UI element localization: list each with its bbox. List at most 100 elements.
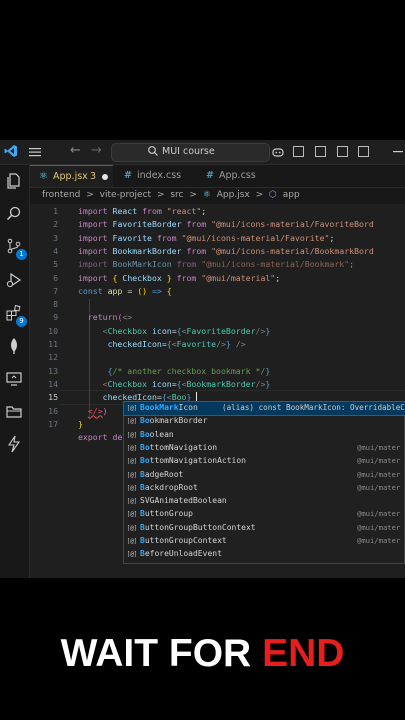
remote-explorer-icon[interactable] <box>5 370 23 388</box>
suggestion-item[interactable]: [@] ButtonGroup @mui/mater <box>124 508 405 521</box>
hamburger-menu-icon[interactable] <box>28 145 42 159</box>
line-number: 17 <box>48 418 58 429</box>
code-line-11[interactable]: checkedIcon={<Favorite/>} /> <box>78 339 246 349</box>
code-line-9[interactable]: return(<> <box>78 312 132 322</box>
editor-tabs: ⚛ App.jsx 3 # index.css # App.css <box>30 165 405 188</box>
command-center[interactable]: MUI course <box>111 143 270 162</box>
minimize-icon[interactable] <box>393 151 403 153</box>
tab-app-css[interactable]: # App.css <box>196 165 276 187</box>
suggestion-match: Bo <box>140 429 150 439</box>
suggestion-item[interactable]: [@] BottomNavigation @mui/mater <box>124 442 405 455</box>
cube-icon: ⬡ <box>269 190 277 200</box>
code-line-13[interactable]: {/* another checkbox bookmark */} <box>78 366 271 376</box>
suggestion-item[interactable]: [@] Boolean <box>124 429 405 442</box>
suggestion-rest: ackdropRoot <box>144 482 198 492</box>
suggestion-source: @mui/mater <box>357 536 401 545</box>
title-bar: ← → MUI course <box>0 140 405 165</box>
copilot-icon[interactable] <box>271 145 285 159</box>
suggestion-source: @mui/mater <box>357 442 401 452</box>
suggestion-source: @mui/mater <box>357 456 401 466</box>
suggestion-item[interactable]: [@] ButtonGroupButtonContext @mui/mater <box>124 522 405 535</box>
code-line-10[interactable]: <Checkbox icon={<FavoriteBorder/>} <box>78 326 271 336</box>
extensions-badge: 9 <box>16 316 27 327</box>
code-line-3[interactable]: import Favorite from "@mui/icons-materia… <box>78 233 334 243</box>
search-view-icon[interactable] <box>5 205 23 223</box>
suggestion-item[interactable]: [@] BookmarkBorder <box>124 415 405 428</box>
caption-red-text: END <box>262 632 345 675</box>
tab-label: index.css <box>137 170 182 181</box>
code-line-16[interactable]: </>) <box>78 406 108 416</box>
video-top-band <box>0 0 405 140</box>
line-number: 16 <box>48 405 58 416</box>
suggestion-item[interactable]: [@] BeforeUnloadEvent <box>124 548 405 561</box>
variable-symbol-icon: [@] <box>126 524 138 532</box>
line-number: 3 <box>53 232 58 243</box>
forward-arrow-icon[interactable]: → <box>91 143 102 158</box>
suggestion-source: @mui/mater <box>357 482 401 492</box>
variable-symbol-icon: [@] <box>126 484 138 492</box>
code-line-4[interactable]: import BookmarkBorder from "@mui/icons-m… <box>78 246 374 256</box>
thunder-client-icon[interactable] <box>5 435 23 453</box>
suggestion-item[interactable]: [@] BackdropRoot @mui/mater <box>124 482 405 495</box>
run-debug-icon[interactable] <box>5 271 23 289</box>
suggestion-source: @mui/mater <box>357 509 401 519</box>
mongodb-leaf-icon[interactable] <box>5 337 23 355</box>
line-number: 4 <box>53 245 58 256</box>
source-control-badge: 1 <box>16 249 27 260</box>
variable-symbol-icon: [@] <box>126 418 138 426</box>
suggestion-item[interactable]: [@] ButtonGroupContext @mui/mater <box>124 535 405 548</box>
suggestion-rest: olean <box>202 496 227 506</box>
variable-symbol-icon: [@] <box>126 511 138 519</box>
suggestion-item-selected[interactable]: [@] BookMarkIcon (alias) const BookMarkI… <box>123 400 405 417</box>
variable-symbol-icon: [@] <box>126 444 138 452</box>
tab-label: App.css <box>219 170 256 181</box>
react-icon: ⚛ <box>39 171 48 182</box>
layout-panel-icon[interactable] <box>315 146 326 157</box>
suggestion-type-info: (alias) const BookMarkIcon: OverridableC… <box>222 403 405 412</box>
breadcrumb-separator: > <box>189 190 197 200</box>
layout-primary-sidebar-icon[interactable] <box>293 146 304 157</box>
unsaved-dot-icon[interactable] <box>102 174 108 180</box>
variable-symbol-icon: [@] <box>126 458 138 466</box>
suggestion-item[interactable]: [@] BottomNavigationAction @mui/mater <box>124 455 405 468</box>
code-line-14[interactable]: <Checkbox icon={<BookmarkBorder/>} <box>78 379 271 389</box>
suggestion-match: Bo <box>140 416 150 426</box>
variable-symbol-icon: [@] <box>126 498 138 506</box>
breadcrumb-app[interactable]: app <box>283 190 300 200</box>
code-line-6[interactable]: import { Checkbox } from "@mui/material"… <box>78 273 280 283</box>
back-arrow-icon[interactable]: ← <box>70 143 81 158</box>
code-line-5[interactable]: import BookMarkIcon from "@mui/icons-mat… <box>78 259 354 269</box>
breadcrumb-separator: > <box>156 190 165 200</box>
suggestion-source: @mui/mater <box>357 469 401 479</box>
code-line-7[interactable]: const app = () => { <box>78 286 172 296</box>
breadcrumb-app-jsx[interactable]: App.jsx <box>217 190 250 200</box>
folder-icon[interactable] <box>5 403 23 421</box>
code-line-1[interactable]: import React from "react"; <box>78 206 206 216</box>
code-line-18[interactable]: export de <box>78 432 122 442</box>
suggestion-rest: Icon <box>178 403 198 412</box>
explorer-files-icon[interactable] <box>5 172 23 190</box>
breadcrumb-src[interactable]: src <box>170 190 183 200</box>
line-number: 14 <box>48 378 58 389</box>
breadcrumb-vite-project[interactable]: vite-project <box>100 190 151 200</box>
variable-symbol-icon: [@] <box>126 471 138 479</box>
code-line-2[interactable]: import FavoriteBorder from "@mui/icons-m… <box>78 219 374 229</box>
line-number: 13 <box>48 365 58 376</box>
suggestion-item[interactable]: [@] BadgeRoot @mui/mater <box>124 469 405 482</box>
line-number-current: 15 <box>48 392 58 403</box>
breadcrumb: frontend > vite-project > src > ⚛ App.js… <box>42 190 303 204</box>
code-line-17[interactable]: } <box>78 419 83 429</box>
line-number: 6 <box>53 272 58 283</box>
suggestion-match: Bo <box>140 442 150 452</box>
line-number: 8 <box>53 299 58 310</box>
breadcrumb-frontend[interactable]: frontend <box>42 190 80 200</box>
tab-index-css[interactable]: # index.css <box>114 165 194 187</box>
layout-secondary-sidebar-icon[interactable] <box>337 146 348 157</box>
breadcrumb-separator: > <box>255 190 264 200</box>
tab-app-jsx[interactable]: ⚛ App.jsx 3 <box>30 165 113 187</box>
customize-layout-icon[interactable] <box>358 146 369 157</box>
command-center-text: MUI course <box>162 146 215 157</box>
suggestion-rest: olean <box>149 429 174 439</box>
suggestion-item[interactable]: [@] SVGAnimatedBoolean <box>124 495 405 508</box>
line-number: 11 <box>48 339 58 349</box>
